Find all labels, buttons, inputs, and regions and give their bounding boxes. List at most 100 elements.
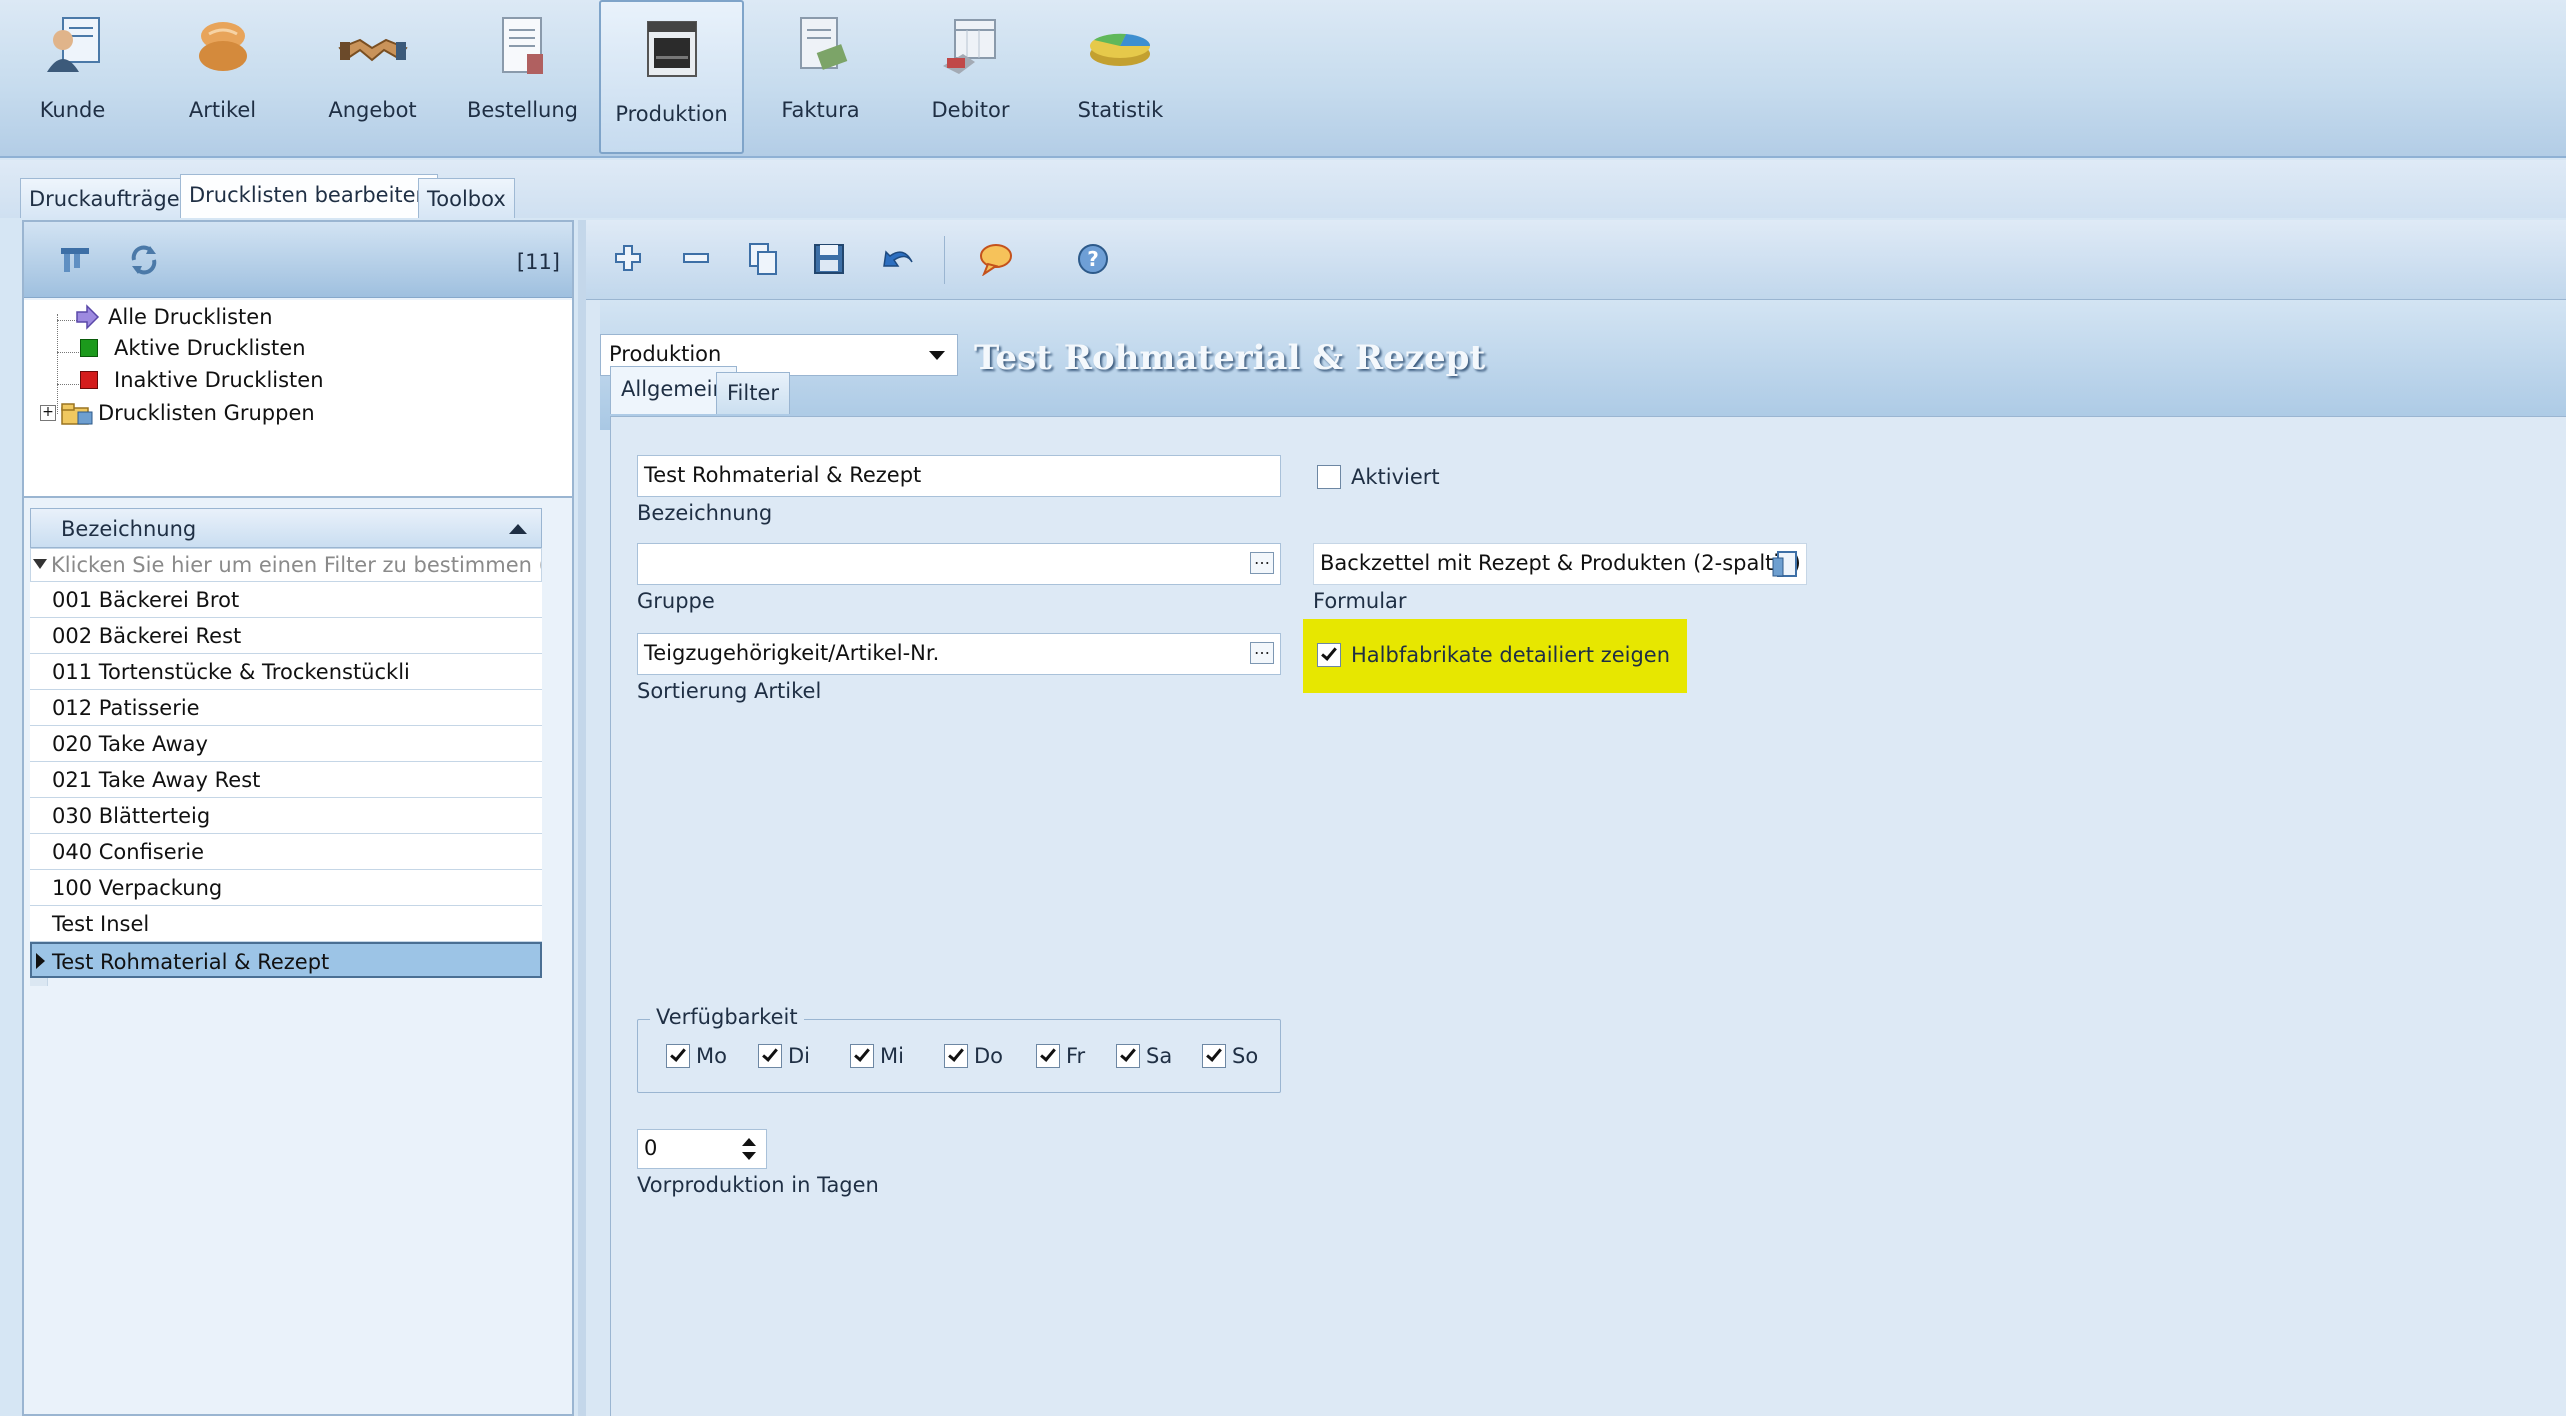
sortierung-input[interactable]: Teigzugehörigkeit/Artikel-Nr. … [637, 633, 1281, 675]
comment-icon[interactable] [978, 242, 1014, 276]
formular-label: Formular [1313, 589, 1407, 613]
gruppe-browse-button[interactable]: … [1250, 551, 1274, 574]
ribbon-artikel-label: Artikel [188, 98, 257, 122]
vorproduktion-label: Vorproduktion in Tagen [637, 1173, 879, 1197]
checkmark-icon [1321, 644, 1337, 661]
day-checkbox-do[interactable] [944, 1044, 968, 1068]
grid-filter-row[interactable]: Klicken Sie hier um einen Filter zu best… [30, 548, 542, 582]
drucklisten-tree: Alle Drucklisten Aktive Drucklisten Inak… [24, 300, 572, 498]
refresh-icon[interactable] [126, 242, 162, 278]
ribbon-debitor-label: Debitor [931, 98, 1010, 122]
svg-text:?: ? [1087, 247, 1099, 271]
formular-document-icon[interactable] [1770, 548, 1800, 580]
bezeichnung-value: Test Rohmaterial & Rezept [644, 463, 922, 487]
formular-input[interactable]: Backzettel mit Rezept & Produkten (2-spa… [1313, 543, 1807, 585]
ribbon-statistik-label: Statistik [1077, 98, 1164, 122]
ribbon-statistik-button[interactable]: Statistik [1048, 0, 1193, 154]
day-label-fr: Fr [1066, 1044, 1086, 1068]
grid-row[interactable]: 011 Tortenstücke & Trockenstückli [30, 654, 542, 690]
sortierung-browse-button[interactable]: … [1250, 641, 1274, 664]
vorproduktion-value: 0 [644, 1136, 658, 1160]
list-count: [11] [516, 250, 560, 274]
save-icon[interactable] [812, 242, 846, 276]
day-checkbox-mo[interactable] [666, 1044, 690, 1068]
grid-row[interactable]: 001 Bäckerei Brot [30, 582, 542, 618]
help-icon[interactable]: ? [1076, 242, 1110, 276]
bezeichnung-input[interactable]: Test Rohmaterial & Rezept [637, 455, 1281, 497]
tab-drucklisten-bearbeiten[interactable]: Drucklisten bearbeiten [180, 174, 438, 218]
day-checkbox-mi[interactable] [850, 1044, 874, 1068]
day-checkbox-di[interactable] [758, 1044, 782, 1068]
sortierung-value: Teigzugehörigkeit/Artikel-Nr. [644, 641, 940, 665]
oven-icon [646, 21, 697, 77]
day-label-do: Do [974, 1044, 1004, 1068]
ribbon-bestellung-button[interactable]: Bestellung [450, 0, 595, 154]
spin-up-icon[interactable] [742, 1138, 756, 1146]
toolbar-separator [944, 236, 945, 284]
panel-splitter[interactable] [578, 220, 586, 1416]
day-checkbox-sa[interactable] [1116, 1044, 1140, 1068]
editor-toolbar: ? [586, 220, 2566, 300]
grid-row[interactable]: 030 Blätterteig [30, 798, 542, 834]
add-icon[interactable] [612, 242, 644, 274]
ribbon-bestellung-label: Bestellung [466, 98, 579, 122]
grid-row-selected[interactable]: Test Rohmaterial & Rezept [30, 942, 542, 978]
ribbon-angebot-button[interactable]: Angebot [300, 0, 445, 154]
day-checkbox-so[interactable] [1202, 1044, 1226, 1068]
grid-header-label: Bezeichnung [61, 517, 197, 541]
layout-panel-icon[interactable] [58, 244, 92, 276]
checkmark-icon [1040, 1045, 1056, 1062]
bezeichnung-label: Bezeichnung [637, 501, 773, 525]
copy-icon[interactable] [746, 242, 780, 276]
ribbon-artikel-button[interactable]: Artikel [150, 0, 295, 154]
filter-funnel-icon [33, 559, 47, 569]
tab-filter[interactable]: Filter [716, 372, 791, 414]
current-row-indicator-icon [36, 953, 45, 969]
day-label-so: So [1232, 1044, 1259, 1068]
tree-item-inaktive[interactable]: Inaktive Drucklisten [80, 368, 324, 392]
checkmark-icon [762, 1045, 778, 1062]
checkmark-icon [1206, 1045, 1222, 1062]
grid-row[interactable]: 040 Confiserie [30, 834, 542, 870]
tree-item-alle-label: Alle Drucklisten [108, 305, 273, 329]
grid-row[interactable]: 002 Bäckerei Rest [30, 618, 542, 654]
ribbon-faktura-button[interactable]: Faktura [748, 0, 893, 154]
tab-druckauftraege[interactable]: Druckaufträge [20, 178, 189, 218]
aktiviert-label: Aktiviert [1351, 465, 1440, 489]
gruppe-input[interactable]: … [637, 543, 1281, 585]
grid-header-bezeichnung[interactable]: Bezeichnung [30, 508, 542, 548]
tab-toolbox[interactable]: Toolbox [418, 178, 515, 218]
remove-icon[interactable] [680, 242, 712, 274]
grid-row[interactable]: 012 Patisserie [30, 690, 542, 726]
grid-row[interactable]: 021 Take Away Rest [30, 762, 542, 798]
day-label-di: Di [788, 1044, 811, 1068]
halbfabrikate-label: Halbfabrikate detailiert zeigen [1351, 643, 1671, 667]
grid-row[interactable]: 020 Take Away [30, 726, 542, 762]
grid-cell: 030 Blätterteig [52, 804, 211, 828]
halbfabrikate-checkbox[interactable] [1317, 643, 1341, 667]
ribbon-debitor-button[interactable]: Debitor [898, 0, 1043, 154]
undo-icon[interactable] [880, 242, 916, 276]
right-panel: ? Produktion Test Rohmaterial & Rezept A… [586, 220, 2566, 1416]
grid-row[interactable]: Test Insel [30, 906, 542, 942]
tree-item-aktive[interactable]: Aktive Drucklisten [80, 336, 306, 360]
day-label-sa: Sa [1146, 1044, 1173, 1068]
tree-item-gruppen[interactable]: + Drucklisten Gruppen [40, 400, 315, 426]
aktiviert-checkbox[interactable] [1317, 465, 1341, 489]
grid-cell: 001 Bäckerei Brot [52, 588, 240, 612]
vorproduktion-spinner[interactable]: 0 [637, 1129, 767, 1169]
checkmark-icon [854, 1045, 870, 1062]
ribbon-produktion-button[interactable]: Produktion [599, 0, 744, 154]
tree-item-alle[interactable]: Alle Drucklisten [74, 304, 273, 330]
bread-icon [198, 22, 247, 71]
grid-row[interactable]: 100 Verpackung [30, 870, 542, 906]
spin-down-icon[interactable] [742, 1152, 756, 1160]
checkmark-icon [670, 1045, 686, 1062]
grid-cell: 100 Verpackung [52, 876, 223, 900]
page-title: Test Rohmaterial & Rezept [974, 338, 1486, 378]
grid-cell: Test Rohmaterial & Rezept [52, 950, 330, 974]
day-checkbox-fr[interactable] [1036, 1044, 1060, 1068]
expand-plus-icon[interactable]: + [40, 405, 56, 421]
ribbon-kunde-button[interactable]: Kunde [0, 0, 145, 154]
ribbon-produktion-label: Produktion [615, 102, 728, 126]
